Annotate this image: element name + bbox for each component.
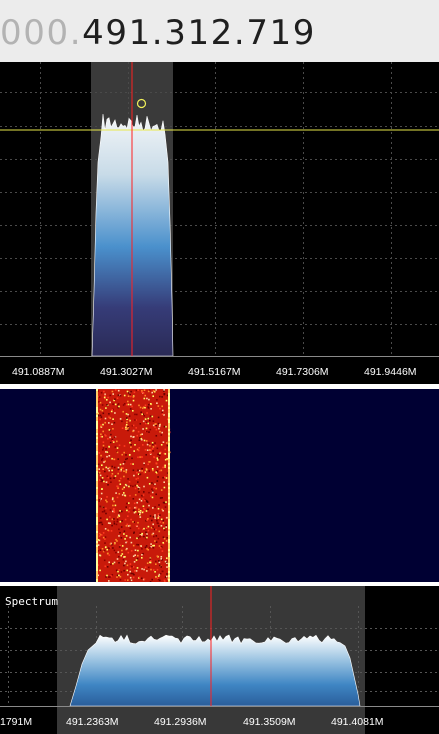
waterfall-plot[interactable] xyxy=(0,389,439,582)
mini-spectrum-axis-label: 491.2936M xyxy=(154,716,207,728)
waterfall-canvas[interactable] xyxy=(0,389,439,582)
spectrum-canvas[interactable]: 491.0887M 491.3027M 491.5167M 491.7306M … xyxy=(0,62,439,384)
spectrum-plot[interactable]: 491.0887M 491.3027M 491.5167M 491.7306M … xyxy=(0,62,439,384)
mini-spectrum-canvas[interactable]: Spectrum 1791M 491.2363M 491.2936M 491.3… xyxy=(0,586,439,734)
mini-spectrum-axis-label: 1791M xyxy=(0,716,32,728)
spectrum-axis-label: 491.9446M xyxy=(364,366,417,378)
frequency-value[interactable]: 491.312.719 xyxy=(82,13,316,53)
mini-spectrum-axis-label: 491.4081M xyxy=(331,716,384,728)
mini-spectrum-title: Spectrum xyxy=(5,595,58,608)
spectrum-axis-labels: 491.0887M 491.3027M 491.5167M 491.7306M … xyxy=(12,366,417,378)
mini-spectrum-trace xyxy=(69,634,361,707)
mini-spectrum-axis-label: 491.2363M xyxy=(66,716,119,728)
spectrum-axis-label: 491.3027M xyxy=(100,366,153,378)
frequency-digits[interactable]: 000.491.312.719 xyxy=(0,14,316,52)
spectrum-axis-label: 491.7306M xyxy=(276,366,329,378)
spectrum-axis-label: 491.0887M xyxy=(12,366,65,378)
spectrum-grid xyxy=(0,62,439,356)
spectrum-axis-label: 491.5167M xyxy=(188,366,241,378)
mini-spectrum-plot[interactable]: 1791M 491.2363M 491.2936M 491.3509M 491.… xyxy=(0,586,439,734)
mini-spectrum-axis-label: 491.3509M xyxy=(243,716,296,728)
frequency-display[interactable]: 000.491.312.719 xyxy=(0,0,439,63)
frequency-leading-zeros: 000. xyxy=(0,13,83,53)
